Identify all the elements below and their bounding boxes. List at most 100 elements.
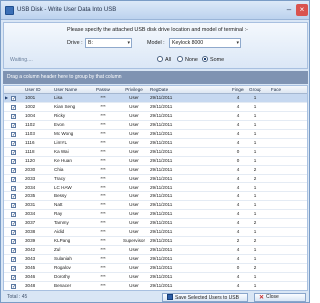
cell-finger: 4 (236, 247, 240, 253)
row-checkbox[interactable] (11, 201, 17, 210)
row-checkbox[interactable] (11, 148, 17, 157)
cell-privilege: User (129, 121, 139, 127)
cell-user-id: 3046 (25, 274, 36, 279)
table-row[interactable]: 1004 Ricky *** User 29/11/2011 4 1 (4, 112, 307, 121)
checkbox-checked-icon (11, 247, 16, 255)
row-checkbox[interactable] (11, 246, 17, 255)
cell-user-id: 3039 (25, 238, 36, 244)
cell-finger: 0 (236, 148, 240, 154)
row-checkbox[interactable] (11, 184, 17, 192)
group-by-bar[interactable]: Drag a column header here to group by th… (3, 71, 308, 84)
cell-finger: 2 (236, 238, 240, 244)
cell-group: 2 (253, 238, 257, 244)
table-row[interactable]: 3031 Natt *** User 29/11/2011 4 1 (4, 201, 307, 211)
checkbox-checked-icon (11, 193, 16, 201)
close-button-label: Close (266, 294, 279, 300)
col-header-regdate[interactable]: RegDate (150, 86, 190, 94)
row-checkbox[interactable] (11, 255, 17, 264)
table-row[interactable]: 1103 Mc Wong *** User 29/11/2011 4 1 (4, 130, 307, 139)
row-checkbox[interactable] (11, 219, 17, 228)
col-header-finger[interactable]: Finger (232, 86, 244, 94)
cell-user-id: 1118 (25, 148, 35, 154)
table-row[interactable]: 3038 Aidid *** User 29/11/2011 4 1 (4, 228, 307, 238)
cell-user-id: 3034 (25, 211, 36, 217)
table-row[interactable]: 1118 Ka Wai *** User 29/11/2011 0 1 (4, 148, 307, 157)
row-checkbox[interactable] (11, 228, 17, 237)
table-row[interactable]: 1120 Ke Huan *** User 29/11/2011 0 1 (4, 157, 307, 166)
cell-privilege: User (129, 175, 139, 181)
cell-regdate: 29/11/2011 (150, 256, 173, 262)
row-checkbox[interactable] (11, 94, 17, 103)
row-checkbox[interactable] (11, 210, 17, 219)
cell-user-name: Rogalov (54, 265, 71, 271)
table-row[interactable]: 1002 Kian Seng *** User 29/11/2011 4 1 (4, 103, 307, 112)
drive-value: B: (88, 40, 93, 46)
table-row[interactable]: ▶ 1001 Lisa *** User 29/11/2011 4 1 (4, 94, 307, 103)
table-row[interactable]: 2033 Tracy *** User 29/11/2011 4 2 (4, 175, 307, 184)
radio-none[interactable]: None (177, 56, 198, 63)
table-row[interactable]: 2030 Chia *** User 29/11/2011 4 2 (4, 166, 307, 175)
row-checkbox[interactable] (11, 157, 17, 166)
table-row[interactable]: 2034 LC HAW *** User 29/11/2011 4 1 (4, 184, 307, 193)
cell-finger: 4 (236, 211, 240, 217)
cell-group: 1 (253, 130, 257, 136)
col-header-user-name[interactable]: User Name (54, 86, 90, 94)
save-to-usb-button[interactable]: Save Selected Users to USB (162, 293, 248, 302)
model-select[interactable]: Keylock 8000 ▾ (169, 38, 241, 48)
table-row[interactable]: 3039 KLPang *** Supervisor 29/11/2011 2 2 (4, 237, 307, 247)
radio-all[interactable]: All (157, 56, 171, 63)
table-row[interactable]: 1102 Evon *** User 29/11/2011 4 1 (4, 121, 307, 130)
row-checkbox[interactable] (11, 112, 17, 121)
col-header-password[interactable]: Password (96, 86, 110, 94)
table-row[interactable]: 3042 Zul *** User 29/11/2011 4 1 (4, 246, 307, 256)
row-checkbox[interactable] (11, 130, 17, 139)
cell-finger: 4 (236, 184, 240, 190)
checkbox-checked-icon (11, 158, 16, 166)
row-checkbox[interactable] (11, 175, 17, 183)
table-row[interactable]: 3043 Sulaniah *** User 29/11/2011 4 1 (4, 255, 307, 265)
row-checkbox[interactable] (11, 282, 17, 290)
cell-group: 1 (253, 202, 257, 208)
radio-some[interactable]: Some (202, 56, 224, 63)
cell-user-name: Mc Wong (54, 130, 74, 136)
table-row[interactable]: 1116 LimYL *** User 29/11/2011 4 1 (4, 139, 307, 148)
col-header-group[interactable]: Group (249, 86, 261, 94)
cell-user-id: 2034 (25, 184, 36, 190)
col-header-user-id[interactable]: User ID (25, 86, 49, 94)
minimize-button[interactable]: – (283, 4, 295, 16)
table-row[interactable]: 2035 Bessy *** User 29/11/2011 4 1 (4, 192, 307, 202)
col-header-face[interactable]: Face (270, 86, 282, 94)
close-window-button[interactable]: × (296, 4, 308, 16)
checkbox-checked-icon (11, 256, 16, 264)
row-checkbox[interactable] (11, 192, 17, 201)
row-checkbox[interactable] (11, 264, 17, 273)
table-row[interactable]: 3037 Tammy *** User 29/11/2011 4 2 (4, 219, 307, 229)
row-checkbox[interactable] (11, 139, 17, 148)
cell-user-id: 1103 (25, 130, 35, 136)
row-checkbox[interactable] (11, 121, 17, 130)
cell-user-name: Kian Seng (54, 103, 76, 109)
table-row[interactable]: 3045 Rogalov *** User 29/11/2011 0 2 (4, 264, 307, 273)
chevron-down-icon: ▾ (127, 40, 130, 46)
cell-group: 2 (253, 175, 257, 181)
col-header-privilege[interactable]: Privilege (118, 86, 150, 94)
cell-finger: 0 (236, 157, 240, 163)
checkbox-checked-icon (11, 202, 16, 210)
row-checkbox[interactable] (11, 166, 17, 175)
cell-group: 1 (253, 139, 257, 145)
model-value: Keylock 8000 (172, 40, 204, 46)
cell-user-id: 1120 (25, 157, 35, 163)
cell-user-name: LimYL (54, 139, 68, 145)
cell-privilege: User (129, 157, 139, 163)
cell-privilege: User (129, 166, 139, 172)
table-row[interactable]: 3048 Benacer *** User 29/11/2011 4 1 (4, 282, 307, 290)
row-checkbox[interactable] (11, 237, 17, 246)
drive-select[interactable]: B: ▾ (85, 38, 132, 48)
cell-finger: 4 (236, 121, 240, 127)
close-button[interactable]: ✕ Close (254, 293, 306, 302)
table-row[interactable]: 3046 Dorothy *** User 29/11/2011 4 1 (4, 273, 307, 282)
row-checkbox[interactable] (11, 273, 17, 282)
cell-group: 1 (253, 282, 257, 288)
row-checkbox[interactable] (11, 103, 17, 112)
table-row[interactable]: 3034 Ray *** User 29/11/2011 4 1 (4, 210, 307, 220)
